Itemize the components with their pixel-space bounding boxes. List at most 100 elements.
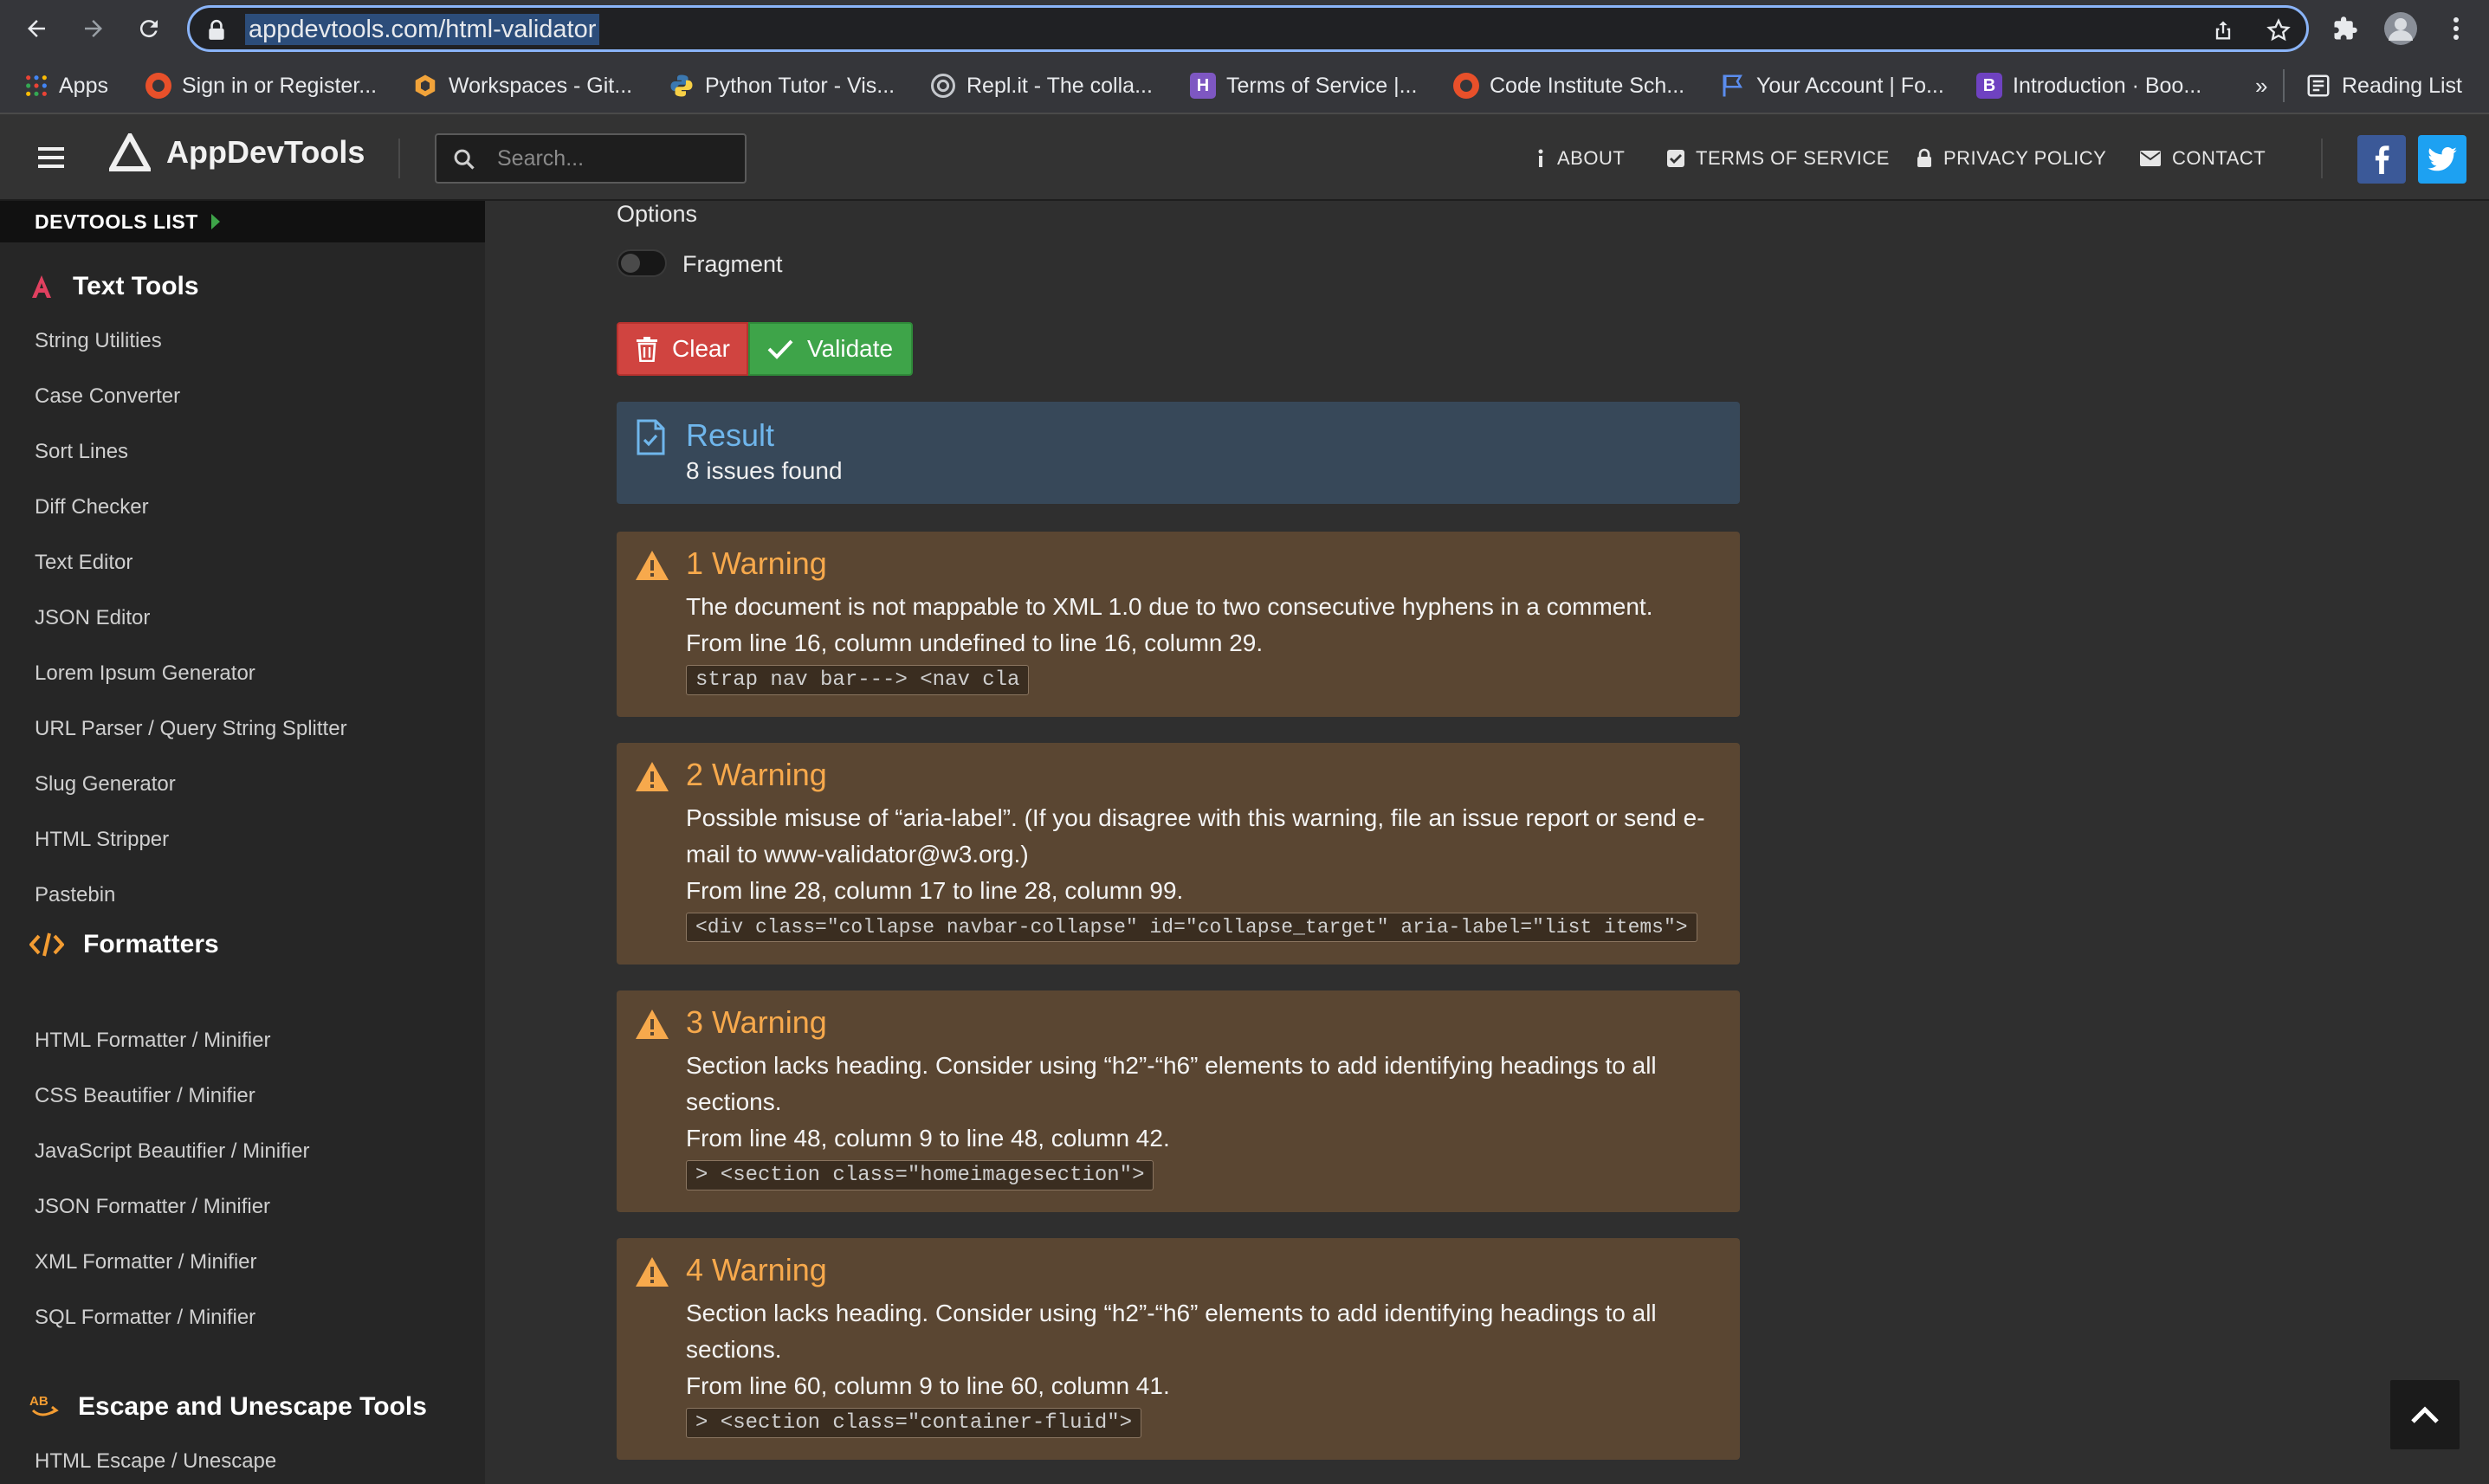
sidebar-item-html-formatter[interactable]: HTML Formatter / Minifier bbox=[35, 1029, 270, 1053]
sidebar-item-json-editor[interactable]: JSON Editor bbox=[35, 606, 150, 630]
chevron-up-icon bbox=[2410, 1405, 2440, 1424]
header-divider bbox=[2321, 139, 2323, 178]
info-icon bbox=[1535, 148, 1547, 169]
facebook-icon bbox=[2372, 145, 2391, 174]
warning-location: From line 48, column 9 to line 48, colum… bbox=[686, 1125, 1170, 1152]
share-icon[interactable] bbox=[2211, 18, 2235, 42]
chrome-menu-icon[interactable] bbox=[2439, 11, 2473, 46]
bookmark-label: Apps bbox=[59, 73, 108, 98]
warning-message: Section lacks heading. Consider using “h… bbox=[686, 1300, 1657, 1363]
result-title: Result bbox=[686, 417, 775, 453]
site-search[interactable] bbox=[435, 133, 747, 184]
bookmark-heroku[interactable]: H Terms of Service |... bbox=[1190, 71, 1417, 100]
hamburger-menu-icon[interactable] bbox=[38, 145, 68, 170]
sidebar-item-sort-lines[interactable]: Sort Lines bbox=[35, 440, 128, 464]
nav-contact[interactable]: CONTACT bbox=[2139, 147, 2266, 170]
warning-location: From line 28, column 17 to line 28, colu… bbox=[686, 877, 1184, 904]
more-bookmarks-button[interactable]: » bbox=[2255, 71, 2267, 100]
bookmark-label: Your Account | Fo... bbox=[1756, 73, 1944, 98]
bookmark-replit[interactable]: Repl.it - The colla... bbox=[930, 71, 1153, 100]
sidebar-item-javascript-beautifier[interactable]: JavaScript Beautifier / Minifier bbox=[35, 1139, 309, 1164]
sidebar-item-string-utilities[interactable]: String Utilities bbox=[35, 329, 162, 353]
devtools-list-heading[interactable]: DEVTOOLS LIST bbox=[0, 201, 485, 242]
replit-icon bbox=[930, 73, 956, 99]
validate-button[interactable]: Validate bbox=[748, 322, 913, 376]
back-arrow-icon[interactable] bbox=[19, 11, 54, 46]
reload-icon[interactable] bbox=[132, 11, 166, 46]
sidebar-item-html-escape[interactable]: HTML Escape / Unescape bbox=[35, 1449, 276, 1474]
section-text-tools: Text Tools bbox=[29, 272, 199, 301]
sidebar-item-lorem-ipsum-generator[interactable]: Lorem Ipsum Generator bbox=[35, 661, 255, 686]
bookmark-udemy[interactable]: Sign in or Register... bbox=[145, 71, 377, 100]
nav-privacy-policy[interactable]: PRIVACY POLICY bbox=[1916, 147, 2106, 170]
nav-terms-of-service[interactable]: TERMS OF SERVICE bbox=[1666, 147, 1890, 170]
extensions-puzzle-icon[interactable] bbox=[2328, 11, 2363, 46]
validate-label: Validate bbox=[807, 335, 894, 362]
udemy-icon bbox=[145, 73, 171, 99]
lock-icon[interactable] bbox=[207, 19, 226, 42]
warning-code-snippet: strap nav bar---> <nav cla bbox=[686, 665, 1030, 695]
checkmark-icon bbox=[767, 339, 793, 359]
sidebar-item-xml-formatter[interactable]: XML Formatter / Minifier bbox=[35, 1250, 257, 1274]
section-title: Escape and Unescape Tools bbox=[78, 1392, 427, 1421]
warning-code-snippet: <div class="collapse navbar-collapse" id… bbox=[686, 913, 1697, 942]
bookmarks-divider bbox=[2283, 69, 2285, 102]
fragment-toggle[interactable] bbox=[617, 249, 667, 277]
sidebar-item-pastebin[interactable]: Pastebin bbox=[35, 883, 115, 907]
bookmark-label: Workspaces - Git... bbox=[449, 73, 633, 98]
warning-card: 2 Warning Possible misuse of “aria-label… bbox=[617, 743, 1740, 965]
twitter-button[interactable] bbox=[2418, 135, 2466, 184]
warning-details: Possible misuse of “aria-label”. (If you… bbox=[686, 800, 1716, 909]
envelope-icon bbox=[2139, 150, 2162, 167]
address-bar-url[interactable]: appdevtools.com/html-validator bbox=[245, 14, 600, 45]
reading-list-label: Reading List bbox=[2342, 73, 2462, 98]
facebook-button[interactable] bbox=[2357, 135, 2406, 184]
sidebar-item-text-editor[interactable]: Text Editor bbox=[35, 551, 133, 575]
trash-icon bbox=[636, 336, 658, 362]
bookmark-star-icon[interactable] bbox=[2266, 18, 2291, 42]
bookmark-label: Terms of Service |... bbox=[1226, 73, 1418, 98]
lock-icon bbox=[1916, 148, 1933, 169]
search-input[interactable] bbox=[497, 142, 731, 175]
nav-about[interactable]: ABOUT bbox=[1535, 147, 1625, 170]
bookmark-gitpod[interactable]: Workspaces - Git... bbox=[412, 71, 632, 100]
sidebar-item-sql-formatter[interactable]: SQL Formatter / Minifier bbox=[35, 1306, 255, 1330]
warning-message: Possible misuse of “aria-label”. (If you… bbox=[686, 804, 1705, 868]
sidebar-item-url-parser[interactable]: URL Parser / Query String Splitter bbox=[35, 717, 347, 741]
bookmark-python-tutor[interactable]: Python Tutor - Vis... bbox=[669, 71, 895, 100]
sidebar-item-slug-generator[interactable]: Slug Generator bbox=[35, 772, 176, 797]
warning-details: Section lacks heading. Consider using “h… bbox=[686, 1048, 1716, 1157]
bookmark-apps[interactable]: Apps bbox=[24, 71, 108, 100]
sidebar-item-json-formatter[interactable]: JSON Formatter / Minifier bbox=[35, 1195, 270, 1219]
search-icon bbox=[452, 147, 476, 171]
sidebar: DEVTOOLS LIST Text Tools String Utilitie… bbox=[0, 201, 485, 1484]
clear-button[interactable]: Clear bbox=[617, 322, 748, 376]
section-title: Text Tools bbox=[73, 272, 199, 300]
scroll-to-top-button[interactable] bbox=[2390, 1380, 2460, 1449]
bookmark-bootstrap[interactable]: B Introduction · Boo... bbox=[1976, 71, 2201, 100]
sidebar-item-diff-checker[interactable]: Diff Checker bbox=[35, 495, 149, 519]
site-logo[interactable]: AppDevTools bbox=[109, 133, 365, 171]
options-label: Options bbox=[617, 201, 698, 227]
warning-location: From line 60, column 9 to line 60, colum… bbox=[686, 1372, 1170, 1399]
bookmark-your-account[interactable]: Your Account | Fo... bbox=[1720, 71, 1944, 100]
ab-icon: AB bbox=[29, 1393, 59, 1421]
profile-avatar-icon[interactable] bbox=[2383, 11, 2418, 46]
bookmark-code-institute[interactable]: Code Institute Sch... bbox=[1453, 71, 1684, 100]
reading-list-button[interactable]: Reading List bbox=[2305, 71, 2462, 100]
sidebar-item-case-converter[interactable]: Case Converter bbox=[35, 384, 180, 409]
address-bar[interactable]: appdevtools.com/html-validator bbox=[187, 5, 2309, 52]
sidebar-item-html-stripper[interactable]: HTML Stripper bbox=[35, 828, 169, 852]
twitter-icon bbox=[2428, 147, 2457, 171]
fragment-label: Fragment bbox=[682, 251, 783, 277]
svg-text:AB: AB bbox=[29, 1394, 48, 1409]
devtools-list-label: DEVTOOLS LIST bbox=[35, 210, 198, 233]
sidebar-item-css-beautifier[interactable]: CSS Beautifier / Minifier bbox=[35, 1084, 255, 1108]
warning-card: 1 Warning The document is not mappable t… bbox=[617, 532, 1740, 717]
section-title: Formatters bbox=[83, 930, 219, 958]
bookmark-label: Sign in or Register... bbox=[182, 73, 378, 98]
codeinstitute-icon bbox=[1453, 73, 1479, 99]
flag-icon bbox=[1720, 73, 1746, 99]
forward-arrow-icon[interactable] bbox=[76, 11, 111, 46]
warning-card: 4 Warning Section lacks heading. Conside… bbox=[617, 1238, 1740, 1460]
